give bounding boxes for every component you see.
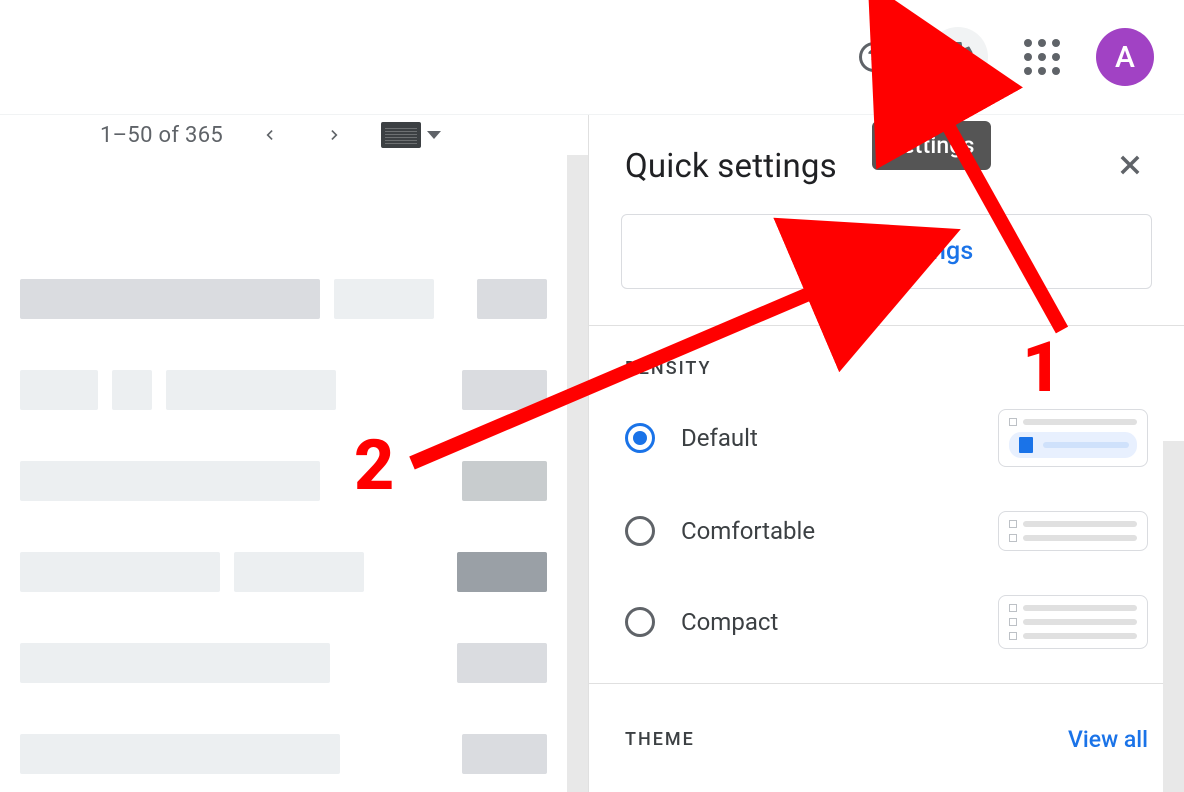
close-panel-button[interactable] — [1116, 151, 1144, 183]
close-icon — [1116, 151, 1144, 179]
email-list — [0, 155, 567, 778]
density-option-default[interactable]: Default — [625, 409, 1148, 467]
list-item[interactable] — [20, 639, 547, 687]
prev-page-button[interactable] — [249, 115, 289, 155]
settings-button[interactable] — [928, 27, 988, 87]
density-heading: DENSITY — [589, 358, 1184, 379]
account-avatar[interactable]: A — [1096, 28, 1154, 86]
help-button[interactable] — [844, 27, 904, 87]
list-item[interactable] — [20, 548, 547, 596]
pagination-count: 1–50 of 365 — [100, 123, 223, 148]
inbox-toolbar: 1–50 of 365 — [0, 115, 588, 155]
density-label: Compact — [681, 608, 972, 636]
radio-compact[interactable] — [625, 607, 655, 637]
gear-icon — [940, 39, 976, 75]
divider — [589, 325, 1184, 326]
density-option-comfortable[interactable]: Comfortable — [625, 511, 1148, 551]
inbox-pane: 1–50 of 365 — [0, 115, 588, 792]
quick-settings-panel: Quick settings See all settings DENSITY … — [588, 115, 1184, 792]
density-option-compact[interactable]: Compact — [625, 595, 1148, 649]
density-label: Comfortable — [681, 517, 972, 545]
chevron-right-icon — [325, 125, 345, 145]
list-item[interactable] — [20, 457, 547, 505]
input-tools-button[interactable] — [381, 122, 441, 148]
apps-button[interactable] — [1012, 27, 1072, 87]
panel-title: Quick settings — [625, 147, 837, 186]
theme-heading: THEME — [625, 729, 695, 750]
list-item[interactable] — [20, 275, 547, 323]
theme-view-all-link[interactable]: View all — [1068, 726, 1148, 753]
panel-scrollbar[interactable] — [1163, 441, 1184, 792]
inbox-scrollbar[interactable] — [567, 155, 588, 792]
density-preview-compact — [998, 595, 1148, 649]
radio-default[interactable] — [625, 423, 655, 453]
settings-tooltip: Settings — [872, 121, 991, 170]
chevron-down-icon — [427, 131, 441, 139]
list-item[interactable] — [20, 366, 547, 414]
next-page-button[interactable] — [315, 115, 355, 155]
density-preview-comfortable — [998, 511, 1148, 551]
radio-comfortable[interactable] — [625, 516, 655, 546]
help-icon — [856, 39, 892, 75]
density-label: Default — [681, 424, 972, 452]
density-preview-default — [998, 409, 1148, 467]
divider — [589, 683, 1184, 684]
see-all-settings-button[interactable]: See all settings — [621, 214, 1152, 289]
app-header: A — [0, 0, 1184, 115]
chevron-left-icon — [259, 125, 279, 145]
apps-icon — [1024, 39, 1060, 75]
main-area: 1–50 of 365 Q — [0, 115, 1184, 792]
keyboard-icon — [381, 122, 421, 148]
list-item[interactable] — [20, 730, 547, 778]
